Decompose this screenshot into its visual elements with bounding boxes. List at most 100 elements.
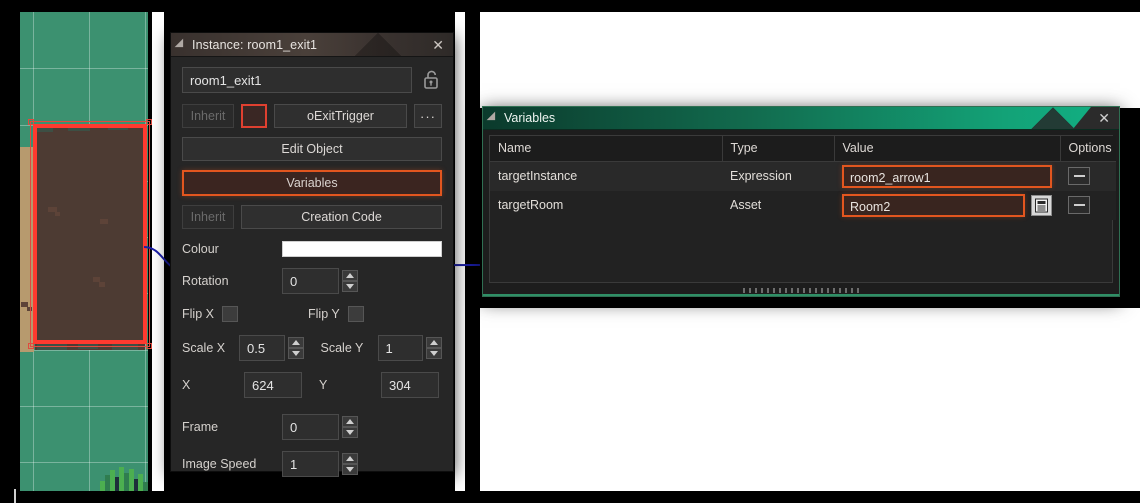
variable-options-cell	[1060, 190, 1116, 220]
stepper-up-icon[interactable]	[426, 337, 442, 348]
variable-name-cell[interactable]: targetInstance	[490, 161, 722, 191]
scale-y-stepper[interactable]	[426, 337, 442, 359]
titlebar-tab-end	[1073, 107, 1119, 129]
frame-input[interactable]: 0	[282, 414, 339, 440]
instance-name-input[interactable]: room1_exit1	[182, 67, 412, 93]
stepper-up-icon[interactable]	[342, 270, 358, 281]
grid-line	[20, 406, 148, 407]
variable-options-cell	[1060, 161, 1116, 191]
image-speed-label: Image Speed	[182, 457, 257, 471]
inherit-creation-code-button[interactable]: Inherit	[182, 205, 234, 229]
variable-value-cell: room2_arrow1	[834, 161, 1060, 191]
variables-panel-title: Variables	[504, 111, 556, 125]
column-header-type[interactable]: Type	[722, 136, 835, 162]
asset-list-icon[interactable]	[1031, 194, 1052, 216]
variables-table: Name Type Value Options targetInstance E…	[490, 136, 1116, 220]
titlebar-notch-decoration	[355, 33, 401, 56]
titlebar-notch-decoration	[1031, 107, 1075, 129]
flip-x-checkbox[interactable]	[222, 306, 238, 322]
object-browse-button[interactable]: ···	[414, 104, 442, 128]
image-speed-stepper[interactable]	[342, 453, 358, 475]
variables-panel[interactable]: Variables ✕ Name Type Value Options targ…	[482, 106, 1120, 297]
colour-row: Colour	[182, 241, 442, 257]
instance-colour-swatch[interactable]	[282, 241, 442, 257]
image-speed-row: Image Speed 1	[182, 451, 442, 477]
remove-variable-button[interactable]	[1068, 196, 1090, 214]
column-header-name[interactable]: Name	[490, 136, 723, 162]
inherit-object-button[interactable]: Inherit	[182, 104, 234, 128]
panel-resize-grip[interactable]	[743, 288, 859, 293]
creation-code-button[interactable]: Creation Code	[241, 205, 442, 229]
colour-label: Colour	[182, 242, 219, 256]
scale-row: Scale X 0.5 Scale Y 1	[182, 335, 442, 361]
edit-object-button[interactable]: Edit Object	[182, 137, 442, 161]
stepper-up-icon[interactable]	[287, 337, 304, 348]
instance-name-row: room1_exit1	[182, 67, 442, 93]
scale-y-label: Scale Y	[320, 341, 364, 355]
background-sheet-top	[480, 12, 1140, 108]
unlocked-padlock-icon[interactable]	[420, 68, 442, 92]
flip-y-label: Flip Y	[308, 307, 340, 321]
table-row[interactable]: targetInstance Expression room2_arrow1	[490, 161, 1116, 191]
grid-line	[20, 462, 148, 463]
grid-line	[20, 68, 148, 69]
variable-name-cell[interactable]: targetRoom	[490, 190, 722, 220]
grid-line	[20, 350, 148, 351]
column-header-options[interactable]: Options	[1060, 136, 1116, 162]
selection-handle[interactable]	[146, 343, 152, 349]
x-input[interactable]: 624	[244, 372, 302, 398]
instance-panel-titlebar[interactable]: Instance: room1_exit1 ✕	[171, 33, 453, 57]
flip-y-checkbox[interactable]	[348, 306, 364, 322]
object-assignment-row: Inherit oExitTrigger ···	[182, 104, 442, 128]
variable-value-input[interactable]: room2_arrow1	[842, 164, 1052, 188]
close-icon[interactable]: ✕	[1098, 110, 1110, 126]
stepper-down-icon[interactable]	[342, 427, 358, 438]
frame-label: Frame	[182, 420, 219, 434]
close-icon[interactable]: ✕	[432, 37, 444, 53]
stepper-up-icon[interactable]	[342, 416, 358, 427]
panel-bottom-accent	[483, 294, 1119, 296]
stepper-up-icon[interactable]	[342, 453, 358, 464]
creation-code-row: Inherit Creation Code	[182, 205, 442, 229]
y-label: Y	[319, 378, 328, 392]
variable-value-input[interactable]: Room2	[842, 193, 1025, 217]
stepper-down-icon[interactable]	[426, 348, 442, 359]
position-row: X 624 Y 304	[182, 372, 442, 398]
variable-type-cell[interactable]: Asset	[722, 190, 834, 220]
image-speed-input[interactable]: 1	[282, 451, 339, 477]
selection-handle[interactable]	[28, 343, 34, 349]
rotation-stepper[interactable]	[342, 270, 358, 292]
frame-row: Frame 0	[182, 414, 442, 440]
flip-x-label: Flip X	[182, 307, 214, 321]
collapse-triangle-icon[interactable]	[174, 38, 188, 51]
x-label: X	[182, 378, 191, 392]
background-sheet-bottom	[480, 308, 1140, 491]
scale-x-stepper[interactable]	[287, 337, 304, 359]
rotation-input[interactable]: 0	[282, 268, 339, 294]
frame-stepper[interactable]	[342, 416, 358, 438]
instance-panel-title: Instance: room1_exit1	[192, 37, 318, 52]
remove-variable-button[interactable]	[1068, 167, 1090, 185]
column-header-value[interactable]: Value	[834, 136, 1061, 162]
variables-button[interactable]: Variables	[182, 170, 442, 196]
selection-handle[interactable]	[146, 119, 152, 125]
variables-panel-titlebar[interactable]: Variables ✕	[483, 107, 1119, 130]
stepper-down-icon[interactable]	[287, 348, 304, 359]
instance-properties-panel[interactable]: Instance: room1_exit1 ✕ room1_exit1 Inhe…	[170, 32, 454, 477]
object-name-button[interactable]: oExitTrigger	[274, 104, 407, 128]
taskbar-marker	[14, 489, 16, 503]
stepper-down-icon[interactable]	[342, 464, 358, 475]
scale-y-input[interactable]: 1	[377, 335, 423, 361]
flip-row: Flip X Flip Y	[182, 306, 442, 322]
y-input[interactable]: 304	[381, 372, 439, 398]
collapse-triangle-icon[interactable]	[486, 111, 500, 125]
scale-x-label: Scale X	[182, 341, 226, 355]
variable-type-cell[interactable]: Expression	[722, 161, 834, 191]
bush-sprite	[98, 467, 148, 491]
selection-handle[interactable]	[28, 119, 34, 125]
stepper-down-icon[interactable]	[342, 281, 358, 292]
scale-x-input[interactable]: 0.5	[239, 335, 285, 361]
table-row[interactable]: targetRoom Asset Room2	[490, 190, 1116, 220]
variables-table-container: Name Type Value Options targetInstance E…	[489, 135, 1116, 283]
object-colour-swatch[interactable]	[241, 104, 267, 128]
